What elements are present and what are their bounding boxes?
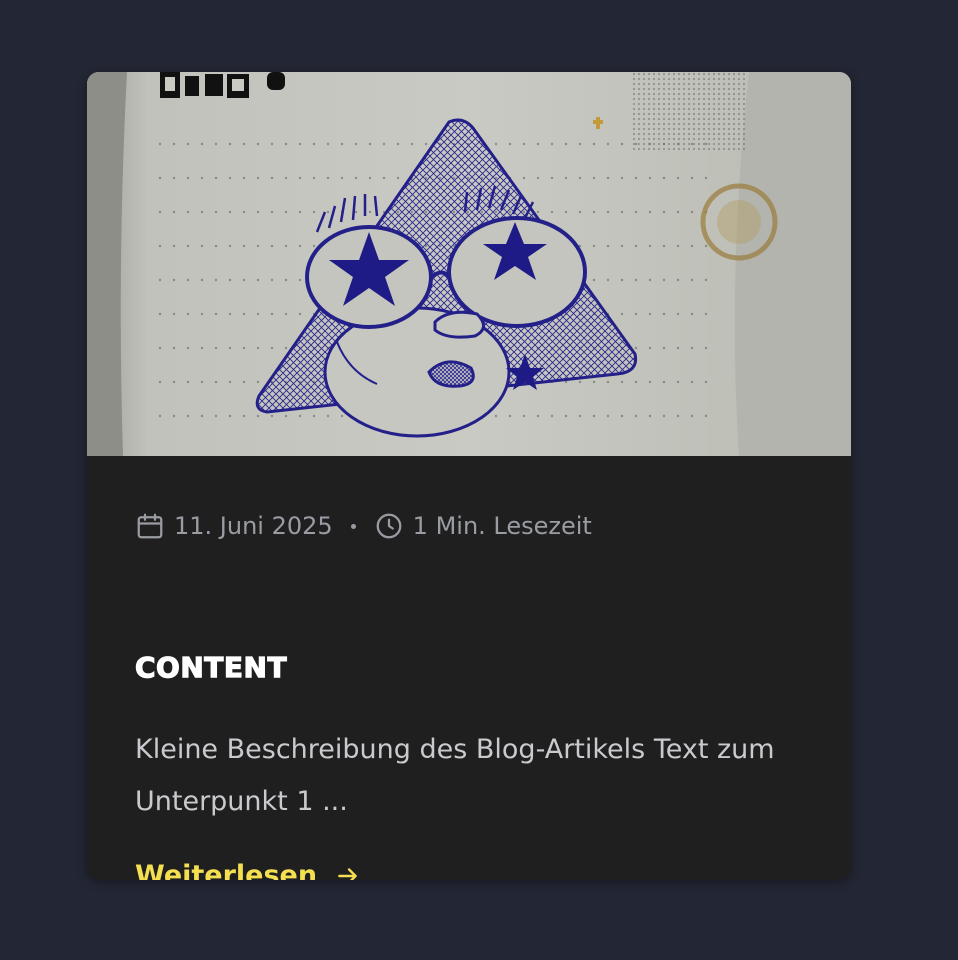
meta-separator (350, 523, 356, 529)
article-date: 11. Juni 2025 (174, 512, 333, 540)
article-read-time: 1 Min. Lesezeit (412, 512, 592, 540)
read-more-label: Weiterlesen (135, 860, 318, 880)
article-image-illustration (87, 72, 851, 456)
article-description: Kleine Beschreibung des Blog-Artikels Te… (135, 734, 775, 817)
arrow-right-icon (335, 863, 361, 880)
article-image[interactable] (87, 72, 851, 456)
read-more-link[interactable]: Weiterlesen (135, 860, 361, 880)
clock-icon (374, 511, 404, 541)
card-content: 11. Juni 2025 1 Min. Lesezeit CONTENT Kl… (134, 456, 803, 880)
calendar-icon (135, 511, 165, 541)
article-meta: 11. Juni 2025 1 Min. Lesezeit (135, 508, 592, 544)
article-category: CONTENT (134, 651, 288, 684)
blog-card[interactable]: 11. Juni 2025 1 Min. Lesezeit CONTENT Kl… (87, 72, 851, 880)
